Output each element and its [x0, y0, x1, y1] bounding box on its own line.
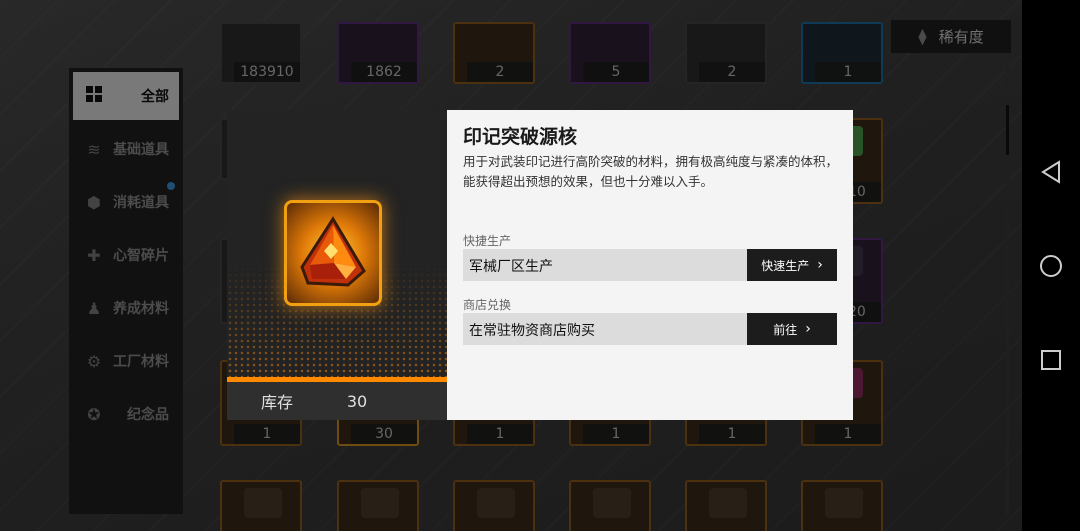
- recents-square-icon: [1041, 349, 1061, 370]
- stock-value: 30: [346, 391, 368, 411]
- nav-back-button[interactable]: [1038, 159, 1064, 185]
- item-description: 用于对武装印记进行高阶突破的材料，拥有极高纯度与紧凑的体积，能获得超出预想的效果…: [463, 154, 839, 189]
- item-detail-panel: 印记突破源核 用于对武装印记进行高阶突破的材料，拥有极高纯度与紧凑的体积，能获得…: [447, 110, 853, 420]
- stock-label: 库存: [260, 393, 293, 412]
- section-label-quick-produce: 快捷生产: [463, 234, 512, 248]
- back-triangle-icon: [1041, 159, 1060, 184]
- inventory-screen: 183910 1862 2 5 2 1 3810 2420 1 30 1 1 1…: [0, 0, 1022, 531]
- quick-produce-button[interactable]: 快速生产 ›: [747, 249, 837, 281]
- source-text: 军械厂区生产: [469, 259, 553, 275]
- item-title: 印记突破源核: [463, 126, 578, 148]
- section-label-shop: 商店兑换: [463, 298, 512, 312]
- source-text: 在常驻物资商店购买: [469, 323, 595, 339]
- item-icon-frame: [284, 200, 382, 306]
- source-row-produce: 军械厂区生产 快速生产 ›: [463, 249, 837, 281]
- button-label: 快速生产: [761, 258, 810, 273]
- button-label: 前往: [773, 322, 798, 337]
- go-to-shop-button[interactable]: 前往 ›: [747, 313, 837, 345]
- home-circle-icon: [1040, 254, 1062, 277]
- system-nav-bar: [1022, 0, 1080, 531]
- source-row-shop: 在常驻物资商店购买 前往 ›: [463, 313, 837, 345]
- crystal-core-icon: [300, 216, 366, 287]
- nav-recents-button[interactable]: [1038, 347, 1064, 373]
- item-preview-panel: 库存 30: [227, 110, 447, 420]
- stock-row: 库存 30: [227, 382, 447, 420]
- chevron-right-icon: ›: [817, 257, 823, 273]
- chevron-right-icon: ›: [805, 321, 811, 337]
- nav-home-button[interactable]: [1038, 253, 1064, 279]
